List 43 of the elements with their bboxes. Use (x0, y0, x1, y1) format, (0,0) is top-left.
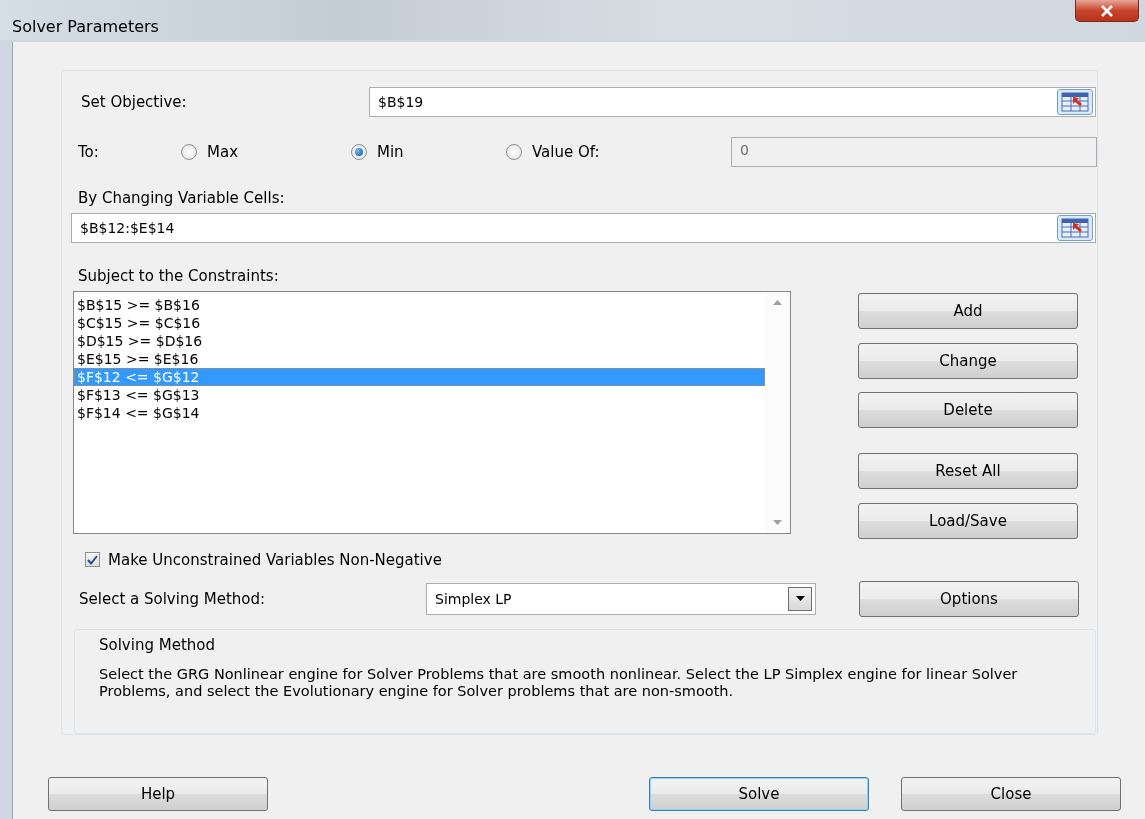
side-button[interactable]: Load/Save (858, 502, 1078, 539)
scrollbar[interactable] (765, 291, 790, 533)
range-button[interactable] (1057, 89, 1093, 115)
options-button[interactable]: Options (859, 580, 1079, 617)
range-button[interactable] (1057, 214, 1093, 241)
footer-button[interactable]: Help (48, 777, 268, 811)
objective-field[interactable]: $B$19 (369, 87, 1096, 117)
radio-label: Value Of: (532, 143, 600, 161)
checkbox[interactable] (85, 552, 100, 568)
side-button[interactable]: Change (858, 342, 1078, 379)
radio-button[interactable] (506, 144, 522, 160)
constraints-list[interactable]: $B$15 >= $B$16 $C$15 >= $C$16 $D$15 >= $D$16 $E$15 >= $E$16 $F$12 <= $G$12 $F$13 <= $G$13 $F$14 <= $G$14 (73, 290, 791, 534)
footer-button[interactable]: Close (901, 777, 1121, 811)
constraint-item[interactable]: $F$14 <= $G$14 (74, 403, 765, 422)
checkbox-label: Make Unconstrained Variables Non-Negative (108, 550, 442, 569)
variable-cells-field[interactable]: $B$12:$E$14 (71, 213, 1096, 243)
constraint-item[interactable]: $F$13 <= $G$13 (74, 385, 765, 404)
radio-label: Max (207, 143, 238, 161)
scroll-down-icon[interactable] (773, 519, 782, 525)
scroll-up-icon[interactable] (773, 299, 782, 305)
constraint-item[interactable]: $B$15 >= $B$16 (74, 295, 765, 314)
group-title: Solving Method (99, 635, 216, 654)
caret-icon (795, 596, 805, 602)
footer-button[interactable]: Solve (649, 777, 869, 811)
field-label: Subject to the Constraints: (78, 266, 279, 285)
constraint-item[interactable]: $E$15 >= $E$16 (74, 349, 765, 368)
field-label: Set Objective: (81, 93, 188, 111)
field-label: By Changing Variable Cells: (78, 189, 285, 207)
window-title: Solver Parameters (11, 17, 159, 38)
field-label: Select a Solving Method: (79, 589, 267, 608)
field-label: To: (78, 143, 100, 161)
side-button[interactable]: Reset All (858, 452, 1078, 489)
method-dropdown[interactable]: Simplex LP (426, 582, 816, 615)
constraint-item[interactable]: $D$15 >= $D$16 (74, 331, 765, 350)
radio-label: Min (377, 143, 404, 161)
side-button[interactable]: Delete (858, 391, 1078, 428)
method-description: Select the GRG Nonlinear engine for Solver Problems that are smooth nonlinear. Select the LP Simplex engine for linear Solver Problems, and select the Evolutionary engine for Solver problems that are non-smooth. (99, 665, 1019, 700)
close-button[interactable] (1075, 0, 1139, 22)
constraint-item[interactable]: $C$15 >= $C$16 (74, 313, 765, 332)
radio-button[interactable] (351, 144, 367, 160)
radio-button[interactable] (181, 144, 197, 160)
side-button[interactable]: Add (858, 292, 1078, 329)
close-icon (1100, 4, 1114, 17)
